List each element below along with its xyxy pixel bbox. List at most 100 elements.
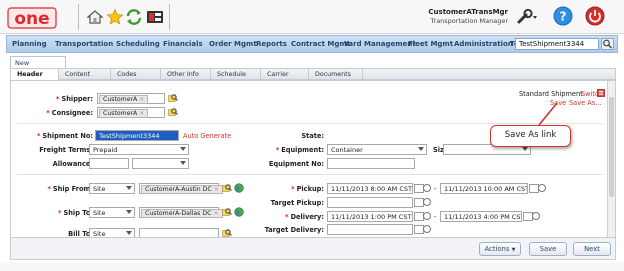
shipment-no-label: * Shipment No:: [36, 132, 93, 140]
nav-scheduling[interactable]: Scheduling: [116, 40, 160, 48]
save-button[interactable]: Save: [529, 242, 567, 256]
equipment-select[interactable]: Container: [327, 144, 427, 155]
nav-order-mgmt[interactable]: Order Mgmt: [209, 40, 257, 48]
tab-content[interactable]: Content: [59, 69, 111, 80]
global-search-input[interactable]: TestShipment3344: [515, 38, 599, 50]
nav-transportation[interactable]: Transportation: [55, 40, 113, 48]
save-as-callout: Save As link: [490, 125, 571, 147]
form-footer: Actions ▼ Save Next: [10, 238, 616, 260]
search-icon[interactable]: [601, 38, 614, 50]
ship-from-globe-icon[interactable]: [234, 183, 244, 193]
section-divider: [17, 123, 603, 124]
template-label: Standard Shipment: [519, 90, 583, 98]
auto-generate-link[interactable]: Auto Generate: [183, 132, 231, 140]
ship-from-type-select[interactable]: Site: [89, 183, 135, 194]
equipment-label: * Equipment:: [275, 146, 324, 154]
consignee-lookup-icon[interactable]: [168, 107, 178, 117]
range-separator: -: [434, 185, 437, 193]
nav-contract-mgmt[interactable]: Contract Mgmt: [291, 40, 350, 48]
delivery-label: * Delivery:: [285, 213, 324, 221]
delivery-end-input[interactable]: 11/11/2013 4:00 PM CST: [440, 211, 522, 222]
user-name: CustomerATransMgr: [428, 8, 508, 16]
equipment-no-input[interactable]: [327, 158, 415, 169]
pickup-start-clock-icon[interactable]: [423, 184, 431, 192]
ship-to-globe-icon[interactable]: [234, 207, 244, 217]
shipment-no-input[interactable]: TestShipment3344: [95, 130, 179, 141]
shipment-header-form: Standard Shipment Switch Save Save As...…: [10, 80, 616, 238]
help-icon[interactable]: ?: [553, 6, 573, 26]
tab-schedule[interactable]: Schedule: [211, 69, 261, 80]
bill-to-field[interactable]: [139, 228, 219, 237]
ship-from-chip[interactable]: CustomerA-Austin DC ×: [141, 185, 223, 194]
target-delivery-label: Target Delivery:: [264, 226, 324, 234]
bill-to-lookup-icon[interactable]: [222, 228, 232, 237]
refresh-icon[interactable]: [125, 8, 143, 26]
section-tab-bar: Header Content Codes Other Info Schedule…: [10, 68, 616, 80]
target-delivery-clock-icon[interactable]: [423, 225, 431, 233]
nav-fleet-mgmt[interactable]: Fleet Mgmt: [408, 40, 453, 48]
callout-arrow: [538, 102, 558, 126]
tab-other-info[interactable]: Other Info: [161, 69, 211, 80]
nav-financials[interactable]: Financials: [163, 40, 203, 48]
target-pickup-input[interactable]: [327, 197, 413, 208]
freight-terms-label: Freight Terms:: [39, 146, 93, 154]
section-divider: [17, 174, 603, 175]
shipper-chip[interactable]: CustomerA ×: [99, 95, 149, 104]
freight-terms-select[interactable]: Prepaid: [89, 144, 189, 155]
ship-to-chip[interactable]: CustomerA-Dallas DC ×: [141, 209, 223, 218]
header-divider: [78, 4, 79, 30]
allowance-currency-select[interactable]: [132, 158, 189, 169]
pickup-end-clock-icon[interactable]: [538, 184, 546, 192]
report-icon[interactable]: [146, 8, 164, 26]
wrench-settings-icon[interactable]: [516, 8, 538, 26]
consignee-chip[interactable]: CustomerA ×: [99, 109, 149, 118]
app-header: one CustomerATransMgr Transportation Man…: [0, 0, 624, 34]
delivery-start-input[interactable]: 11/11/2013 1:00 PM CST: [327, 211, 413, 222]
tab-carrier[interactable]: Carrier: [261, 69, 309, 80]
window-bottom-strip: [0, 262, 624, 271]
allowance-input[interactable]: [89, 158, 129, 169]
main-nav-bar: Planning Transportation Scheduling Finan…: [6, 35, 618, 53]
nav-administration[interactable]: Administration: [454, 40, 513, 48]
tab-new-shipment[interactable]: New Shipment ×: [10, 56, 66, 75]
nav-yard-management[interactable]: Yard Management: [344, 40, 416, 48]
nav-planning[interactable]: Planning: [12, 40, 47, 48]
shipper-label: * Shipper:: [56, 95, 93, 103]
logout-power-icon[interactable]: [585, 6, 605, 26]
app-logo[interactable]: one: [7, 6, 67, 30]
home-icon[interactable]: [86, 8, 104, 26]
ship-to-label: * Ship To:: [58, 209, 93, 217]
allowance-label: Allowance:: [52, 160, 93, 168]
range-separator: -: [434, 213, 437, 221]
target-pickup-clock-icon[interactable]: [423, 198, 431, 206]
bill-to-type-select[interactable]: Site: [89, 228, 135, 237]
save-as-link[interactable]: Save As...: [569, 99, 602, 107]
tab-documents[interactable]: Documents: [309, 69, 363, 80]
delivery-end-clock-icon[interactable]: [532, 212, 540, 220]
actions-button[interactable]: Actions ▼: [479, 242, 521, 256]
pickup-start-input[interactable]: 11/11/2013 8:00 AM CST: [327, 183, 413, 194]
svg-text:?: ?: [560, 10, 567, 24]
ship-from-lookup-icon[interactable]: [222, 183, 232, 193]
shipper-lookup-icon[interactable]: [168, 93, 178, 103]
target-delivery-input[interactable]: [327, 224, 413, 235]
user-role: Transportation Manager: [430, 17, 509, 25]
ship-from-label: * Ship From:: [47, 185, 93, 193]
next-button[interactable]: Next: [573, 242, 611, 256]
nav-reports[interactable]: Reports: [256, 40, 287, 48]
tab-codes[interactable]: Codes: [111, 69, 161, 80]
scrollbar-thumb[interactable]: [609, 97, 614, 197]
favorites-star-icon[interactable]: [106, 8, 124, 26]
form-scrollbar[interactable]: [607, 81, 615, 237]
delivery-start-clock-icon[interactable]: [423, 212, 431, 220]
state-label: State:: [301, 132, 324, 140]
logo-text: one: [14, 9, 49, 29]
header-divider: [169, 4, 170, 30]
tab-header[interactable]: Header: [11, 69, 59, 80]
ship-to-lookup-icon[interactable]: [222, 207, 232, 217]
ship-to-type-select[interactable]: Site: [89, 207, 135, 218]
consignee-label: * Consignee:: [46, 109, 93, 117]
pickup-end-input[interactable]: 11/11/2013 10:00 AM CST: [440, 183, 528, 194]
target-pickup-label: Target Pickup:: [270, 199, 324, 207]
switch-icon[interactable]: [597, 89, 605, 97]
